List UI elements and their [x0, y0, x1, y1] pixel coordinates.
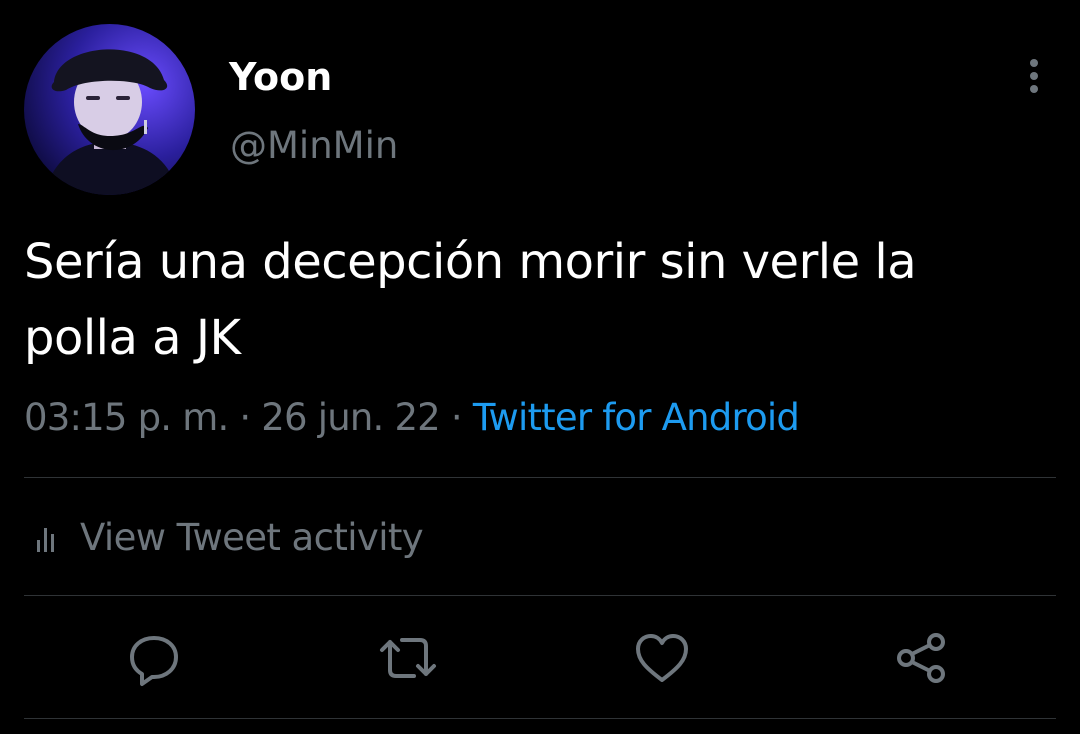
divider — [24, 477, 1056, 478]
share-icon — [897, 633, 945, 683]
display-name[interactable]: Yoon — [229, 55, 332, 99]
tweet-meta: 03:15 p. m. · 26 jun. 22 · Twitter for A… — [24, 394, 800, 442]
like-icon — [636, 634, 688, 682]
profile-photo — [24, 24, 195, 195]
divider — [24, 595, 1056, 596]
meta-separator: · — [228, 396, 262, 439]
view-tweet-activity-button[interactable]: View Tweet activity — [24, 512, 424, 564]
retweet-icon — [380, 638, 436, 678]
reply-button[interactable] — [124, 628, 184, 688]
meta-separator: · — [439, 396, 473, 439]
share-button[interactable] — [890, 628, 950, 688]
avatar[interactable] — [24, 24, 195, 195]
tweet-time: 03:15 p. m. — [24, 396, 229, 439]
view-tweet-activity-label: View Tweet activity — [80, 516, 424, 559]
reply-icon — [130, 636, 178, 686]
tweet-date: 26 jun. 22 — [261, 396, 440, 439]
tweet-source-link[interactable]: Twitter for Android — [473, 396, 800, 439]
divider — [24, 718, 1056, 719]
more-options-icon[interactable] — [1022, 56, 1046, 96]
like-button[interactable] — [632, 628, 692, 688]
tweet-text: Sería una decepción morir sin verle la p… — [24, 234, 917, 366]
bar-chart-icon — [37, 528, 54, 552]
user-handle[interactable]: @MinMin — [230, 124, 398, 168]
retweet-button[interactable] — [378, 628, 438, 688]
